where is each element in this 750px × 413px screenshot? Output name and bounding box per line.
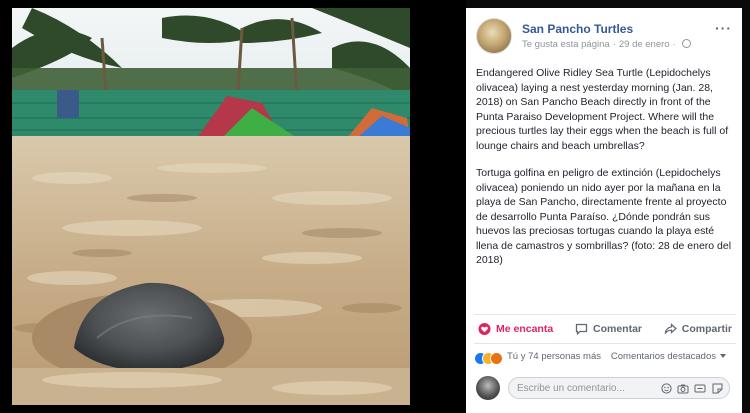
post-panel: San Pancho Turtles Te gusta esta página ·…: [466, 8, 742, 413]
comment-box: [508, 377, 730, 399]
post-date-link[interactable]: 29 de enero: [619, 39, 670, 50]
turtle-beach-image: [12, 8, 410, 405]
love-button[interactable]: Me encanta: [478, 323, 553, 335]
reaction-count[interactable]: Tú y 74 personas más: [507, 351, 601, 362]
reaction-icons[interactable]: [474, 352, 504, 365]
page-avatar[interactable]: [476, 18, 512, 54]
sticker-icon[interactable]: [711, 382, 723, 394]
comment-sort-dropdown[interactable]: Comentarios destacados: [611, 351, 726, 362]
comment-button[interactable]: Comentar: [575, 323, 642, 335]
share-button[interactable]: Compartir: [664, 323, 732, 335]
heart-icon: [478, 323, 491, 335]
gif-icon[interactable]: [694, 382, 706, 394]
comment-label: Comentar: [592, 323, 642, 335]
love-label: Me encanta: [496, 323, 554, 335]
post-meta: Te gusta esta página · 29 de enero ·: [522, 39, 691, 50]
camera-icon[interactable]: [677, 382, 689, 394]
angry-reaction-icon: [490, 352, 503, 365]
emoji-icon[interactable]: [660, 382, 672, 394]
meta-separator: ·: [612, 39, 616, 50]
meta-separator-2: ·: [672, 39, 676, 50]
user-avatar[interactable]: [476, 376, 500, 400]
globe-icon: [681, 39, 691, 48]
chevron-down-icon: [720, 354, 726, 358]
composer-tools: [660, 382, 723, 394]
post-header: San Pancho Turtles Te gusta esta página ·…: [476, 18, 734, 64]
share-icon: [664, 323, 677, 334]
more-icon[interactable]: ···: [715, 20, 732, 36]
comment-composer: [474, 374, 736, 404]
comment-input[interactable]: [517, 381, 647, 395]
reactions-bar: Tú y 74 personas más Comentarios destaca…: [474, 350, 736, 366]
post-actions: Me encanta Comentar Compartir: [474, 314, 736, 344]
page-name-link[interactable]: San Pancho Turtles: [522, 22, 633, 36]
share-label: Compartir: [681, 323, 732, 335]
liked-page-label: Te gusta esta página: [522, 39, 610, 50]
comment-sort-label: Comentarios destacados: [610, 351, 716, 362]
post-text: Endangered Olive Ridley Sea Turtle (Lepi…: [476, 66, 734, 281]
comment-icon: [575, 323, 588, 335]
photo-viewer: [0, 0, 466, 413]
post-photo[interactable]: [12, 8, 410, 405]
post-text-spanish: Tortuga golfina en peligro de extinción …: [476, 167, 732, 266]
post-text-english: Endangered Olive Ridley Sea Turtle (Lepi…: [476, 67, 729, 152]
